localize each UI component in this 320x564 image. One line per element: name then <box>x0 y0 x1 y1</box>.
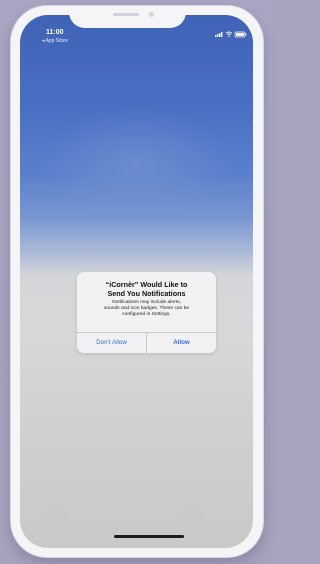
notch <box>69 6 186 28</box>
status-icons <box>215 31 247 38</box>
front-camera-icon <box>149 12 154 17</box>
battery-icon <box>234 31 247 38</box>
signal-icon <box>215 32 223 37</box>
alert-message-line: configured in Settings. <box>122 312 171 318</box>
dont-allow-button[interactable]: Don’t Allow <box>77 333 146 353</box>
phone-frame: 11:00 ◂ App Store “iCornèr” Would Like t… <box>11 6 263 557</box>
alert-title-line: Send You Notifications <box>107 289 186 298</box>
wifi-icon <box>225 31 233 37</box>
alert-title: “iCornèr” Would Like to Send You Notific… <box>83 280 210 298</box>
speaker-grille <box>113 13 139 16</box>
alert-message: Notifications may include alerts, sounds… <box>85 300 208 319</box>
back-to-app-store-link[interactable]: ◂ App Store <box>42 38 68 44</box>
status-time: 11:00 <box>46 29 64 36</box>
notification-permission-alert: “iCornèr” Would Like to Send You Notific… <box>77 272 216 353</box>
faded-app-icon <box>44 505 66 527</box>
home-indicator[interactable] <box>114 535 184 538</box>
allow-button[interactable]: Allow <box>147 333 216 353</box>
alert-title-line: “iCornèr” Would Like to <box>105 280 188 289</box>
phone-screen: 11:00 ◂ App Store “iCornèr” Would Like t… <box>20 15 253 548</box>
backdrop: 11:00 ◂ App Store “iCornèr” Would Like t… <box>0 0 272 564</box>
faded-app-icon <box>180 505 202 527</box>
